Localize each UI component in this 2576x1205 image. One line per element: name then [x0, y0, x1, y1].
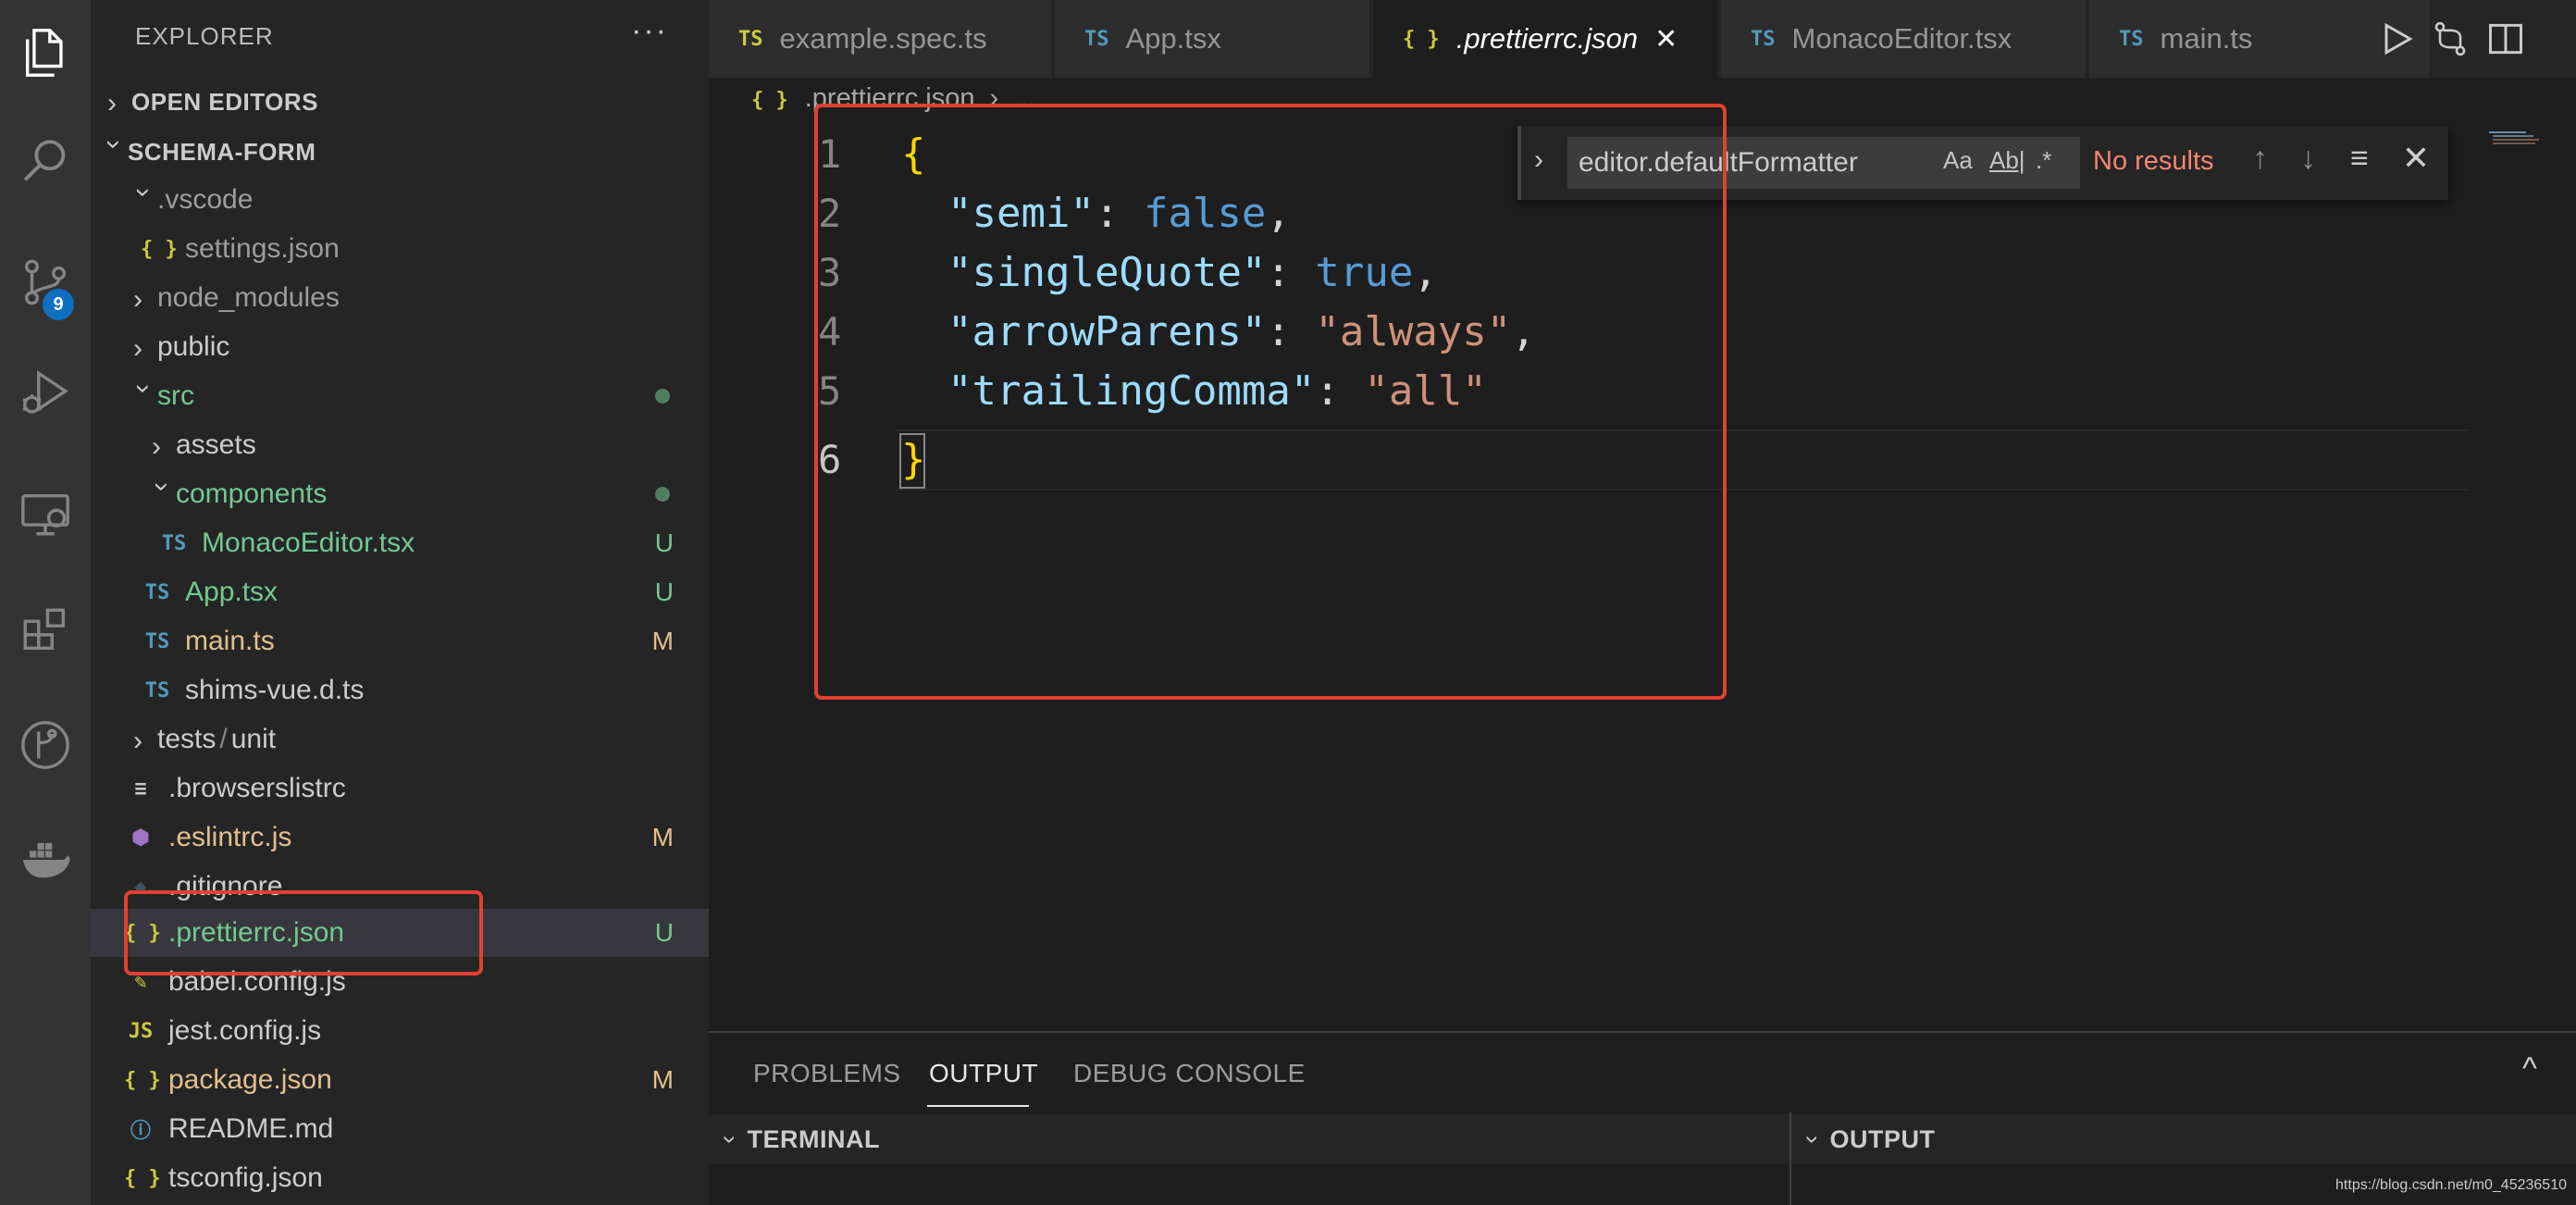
- json-file-icon: { }: [751, 89, 788, 112]
- typescript-file-icon: TS: [738, 27, 763, 51]
- tree-file-monacoeditor[interactable]: TS MonacoEditor.tsx U: [91, 519, 709, 567]
- watermark: https://blog.csdn.net/m0_45236510: [2335, 1177, 2567, 1193]
- remote-explorer-icon[interactable]: [0, 472, 91, 555]
- find-in-selection-icon[interactable]: ≡: [2350, 141, 2369, 177]
- sidebar-title: EXPLORER: [135, 22, 274, 50]
- tab-example-spec[interactable]: TS example.spec.ts: [709, 0, 1053, 78]
- tree-file-eslintrc[interactable]: ⬢ .eslintrc.js M: [91, 814, 709, 862]
- chevron-down-icon: ›: [129, 188, 159, 197]
- chevron-down-icon: ›: [99, 140, 130, 149]
- status-modified: M: [651, 823, 674, 851]
- typescript-file-icon: TS: [161, 531, 187, 555]
- regex-icon[interactable]: .*: [2036, 146, 2051, 175]
- json-file-icon: { }: [124, 1068, 161, 1092]
- tree-folder-node-modules[interactable]: › node_modules: [91, 274, 709, 322]
- match-case-icon[interactable]: Aa: [1943, 146, 1973, 175]
- chevron-down-icon: ›: [1799, 1135, 1827, 1144]
- typescript-file-icon: TS: [2119, 27, 2144, 51]
- close-icon[interactable]: ✕: [1654, 23, 1678, 56]
- modified-dot: [655, 487, 670, 502]
- tree-folder-tests-unit[interactable]: › tests / unit: [91, 715, 709, 764]
- vscode-window: 9 EXPLORER ··· › OPEN EDITORS › SCHEMA-F…: [0, 0, 2576, 1205]
- chevron-right-icon: ›: [107, 88, 117, 118]
- open-changes-icon[interactable]: [2430, 19, 2471, 59]
- tree-folder-public[interactable]: › public: [91, 323, 709, 371]
- info-icon: ⓘ: [130, 1120, 151, 1143]
- chevron-right-icon: ›: [133, 284, 142, 315]
- annotation-box-editor: [814, 104, 1727, 700]
- tab-monacoeditor[interactable]: TS MonacoEditor.tsx: [1721, 0, 2087, 78]
- tab-prettierrc[interactable]: { } .prettierrc.json ✕: [1373, 0, 1719, 78]
- chevron-down-icon: ›: [147, 482, 178, 491]
- tab-app-tsx[interactable]: TS App.tsx: [1055, 0, 1371, 78]
- typescript-file-icon: TS: [1084, 27, 1109, 51]
- tree-file-browserslistrc[interactable]: ≡ .browserslistrc: [91, 764, 709, 813]
- section-workspace[interactable]: › SCHEMA-FORM: [91, 128, 709, 176]
- minimap[interactable]: [2489, 130, 2572, 148]
- tree-file-shims-vue[interactable]: TS shims-vue.d.ts: [91, 666, 709, 714]
- tree-file-jest-config[interactable]: JS jest.config.js: [91, 1007, 709, 1055]
- typescript-file-icon: TS: [1751, 27, 1776, 51]
- tree-folder-components[interactable]: › components: [91, 470, 709, 518]
- status-untracked: U: [654, 578, 674, 606]
- whole-word-icon[interactable]: Ab|: [1989, 146, 2025, 175]
- tree-folder-assets[interactable]: › assets: [91, 421, 709, 469]
- extensions-icon[interactable]: [0, 589, 91, 672]
- status-modified: M: [651, 627, 674, 655]
- explorer-sidebar: EXPLORER ··· › OPEN EDITORS › SCHEMA-FOR…: [91, 0, 709, 1205]
- tree-file-main-ts[interactable]: TS main.ts M: [91, 617, 709, 665]
- tab-problems[interactable]: PROBLEMS: [753, 1059, 901, 1088]
- json-file-icon: { }: [141, 237, 178, 261]
- editor-tabs: TS example.spec.ts TS App.tsx { } .prett…: [709, 0, 2576, 78]
- tree-file-readme[interactable]: ⓘ README.md: [91, 1105, 709, 1153]
- tree-file-app-tsx[interactable]: TS App.tsx U: [91, 568, 709, 616]
- tab-debug-console[interactable]: DEBUG CONSOLE: [1073, 1059, 1306, 1088]
- tree-file-package-json[interactable]: { } package.json M: [91, 1056, 709, 1104]
- status-untracked: U: [654, 528, 674, 557]
- previous-match-icon[interactable]: ↑: [2252, 141, 2268, 177]
- section-open-editors[interactable]: › OPEN EDITORS: [91, 78, 709, 126]
- json-file-icon: { }: [124, 1166, 161, 1190]
- search-icon[interactable]: [0, 120, 91, 204]
- run-debug-icon[interactable]: [0, 352, 91, 435]
- chevron-down-icon: ›: [716, 1135, 745, 1144]
- status-modified: M: [651, 1065, 674, 1094]
- typescript-file-icon: TS: [144, 678, 170, 702]
- active-tab-indicator: [927, 1105, 1029, 1107]
- typescript-file-icon: TS: [144, 580, 170, 604]
- next-match-icon[interactable]: ↓: [2300, 141, 2316, 177]
- docker-icon[interactable]: [0, 818, 91, 901]
- output-pane-header[interactable]: › OUTPUT: [1791, 1114, 2576, 1164]
- scm-badge: 9: [43, 289, 74, 320]
- bottom-panel: PROBLEMS OUTPUT DEBUG CONSOLE ^ › TERMIN…: [709, 1031, 2576, 1205]
- git-graph-icon[interactable]: [0, 703, 91, 787]
- tree-folder-src[interactable]: › src: [91, 372, 709, 420]
- annotation-box-file: [124, 890, 483, 975]
- tab-output[interactable]: OUTPUT: [929, 1059, 1038, 1088]
- more-actions-icon[interactable]: ···: [631, 13, 668, 49]
- tree-file-tsconfig[interactable]: { } tsconfig.json: [91, 1154, 709, 1202]
- explorer-icon[interactable]: [0, 11, 91, 94]
- typescript-file-icon: TS: [144, 629, 170, 653]
- chevron-right-icon: ›: [133, 726, 142, 756]
- split-editor-icon[interactable]: [2485, 19, 2526, 59]
- terminal-pane-header[interactable]: › TERMINAL: [709, 1114, 1790, 1164]
- chevron-down-icon: ›: [129, 384, 159, 393]
- lines-file-icon: ≡: [134, 776, 147, 801]
- tree-folder-vscode[interactable]: › .vscode: [91, 176, 709, 224]
- activity-bar: 9: [0, 0, 91, 1205]
- run-icon[interactable]: [2376, 19, 2417, 59]
- chevron-right-icon: ›: [133, 333, 142, 364]
- status-untracked: U: [654, 918, 674, 947]
- javascript-file-icon: JS: [128, 1019, 154, 1043]
- find-result-count: No results: [2093, 146, 2214, 176]
- chevron-right-icon: ›: [152, 431, 161, 462]
- modified-dot: [655, 389, 670, 404]
- chevron-up-icon[interactable]: ^: [2522, 1051, 2537, 1087]
- close-icon[interactable]: ✕: [2402, 139, 2430, 178]
- eslint-file-icon: ⬢: [131, 826, 150, 850]
- tree-file-settings-json[interactable]: { } settings.json: [91, 225, 709, 273]
- json-file-icon: { }: [1403, 27, 1440, 51]
